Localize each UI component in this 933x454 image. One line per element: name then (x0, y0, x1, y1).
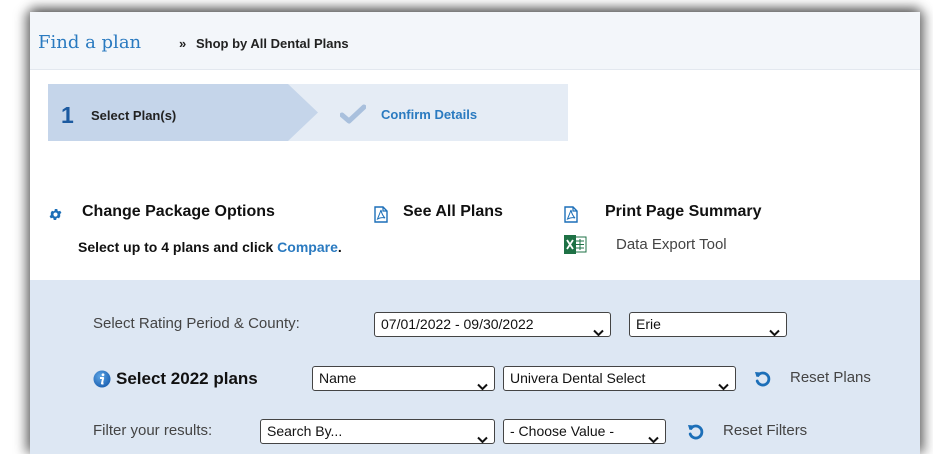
rating-period-value: 07/01/2022 - 09/30/2022 (381, 316, 534, 332)
chevron-down-icon (769, 321, 780, 337)
step-number: 1 (61, 102, 74, 128)
page-title: Shop by All Dental Plans (196, 36, 349, 51)
dental-plan-page: Find a plan » Shop by All Dental Plans 1… (30, 12, 920, 454)
compare-link[interactable]: Compare (277, 239, 338, 255)
checkmark-icon (339, 104, 367, 124)
chevron-down-icon (477, 375, 488, 391)
choose-value-select[interactable]: - Choose Value - (503, 419, 666, 444)
gear-icon[interactable] (48, 207, 63, 222)
see-all-plans-link[interactable]: See All Plans (403, 203, 503, 221)
step-confirm-details-label: Confirm Details (381, 107, 478, 122)
breadcrumb: Find a plan » Shop by All Dental Plans (30, 12, 920, 70)
chevron-down-icon (477, 428, 488, 444)
pdf-icon (374, 206, 388, 223)
print-page-summary-link[interactable]: Print Page Summary (605, 203, 762, 221)
rating-period-label: Select Rating Period & County: (93, 315, 300, 332)
filter-panel: Select Rating Period & County: 07/01/202… (30, 280, 920, 454)
plan-field-select[interactable]: Name (312, 366, 495, 391)
chevron-down-icon (593, 321, 604, 337)
step-select-plans-label: Select Plan(s) (91, 108, 177, 123)
county-value: Erie (636, 316, 661, 332)
select-plans-label: Select 2022 plans (116, 369, 258, 388)
choose-value-value: - Choose Value - (510, 423, 615, 439)
search-by-select[interactable]: Search By... (260, 419, 495, 444)
reset-icon[interactable] (754, 370, 771, 387)
breadcrumb-separator: » (179, 36, 187, 51)
pdf-icon (564, 206, 578, 223)
change-package-options-link[interactable]: Change Package Options (82, 203, 275, 221)
excel-icon[interactable] (564, 234, 587, 255)
plan-field-value: Name (319, 370, 357, 386)
step-select-plans: 1 Select Plan(s) (48, 84, 318, 141)
compare-instructions: Select up to 4 plans and click Compare. (78, 239, 342, 255)
reset-filters-button[interactable]: Reset Filters (723, 422, 807, 439)
county-select[interactable]: Erie (629, 312, 787, 337)
reset-plans-button[interactable]: Reset Plans (790, 369, 871, 386)
data-export-tool-link[interactable]: Data Export Tool (616, 236, 727, 253)
filter-results-label: Filter your results: (93, 422, 213, 439)
find-a-plan-link[interactable]: Find a plan (38, 32, 141, 53)
chevron-down-icon (718, 375, 729, 391)
compare-instructions-text: Select up to 4 plans and click (78, 239, 278, 255)
chevron-down-icon (648, 428, 659, 444)
rating-period-select[interactable]: 07/01/2022 - 09/30/2022 (374, 312, 611, 337)
info-icon[interactable] (93, 370, 111, 388)
plan-value: Univera Dental Select (510, 370, 646, 386)
reset-icon[interactable] (687, 423, 704, 440)
search-by-value: Search By... (267, 423, 343, 439)
step-indicator: 1 Select Plan(s) Confirm Details (48, 84, 568, 141)
compare-instructions-period: . (337, 239, 342, 255)
plan-value-select[interactable]: Univera Dental Select (503, 366, 736, 391)
